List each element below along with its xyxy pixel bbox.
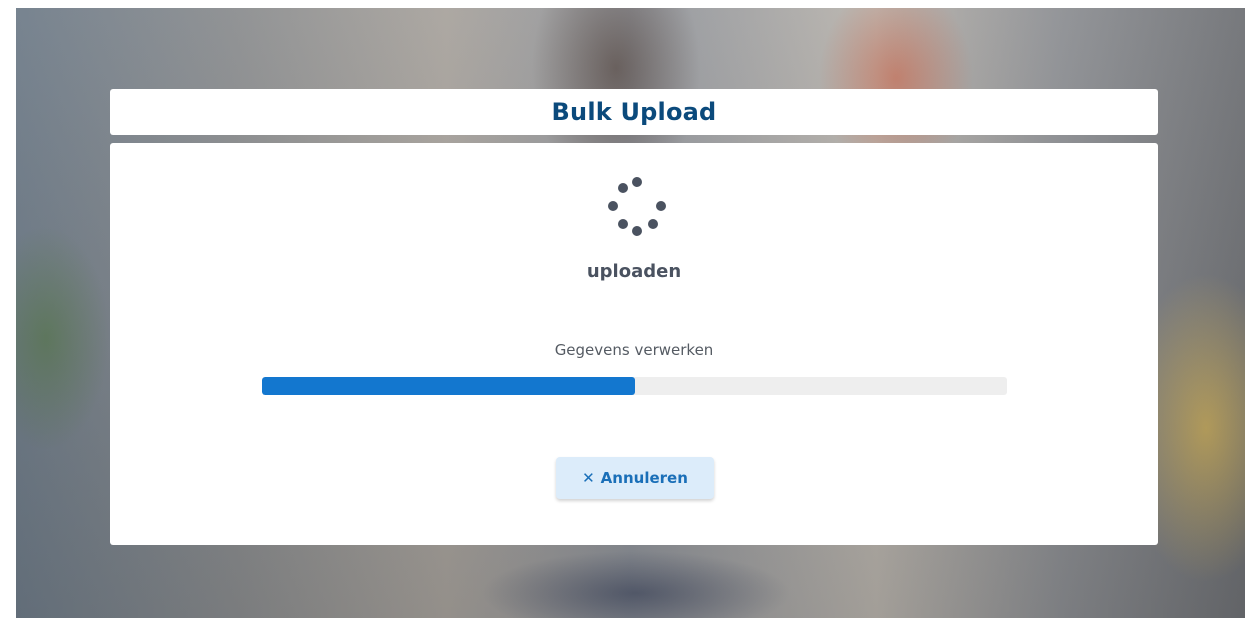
- close-icon: ✕: [582, 469, 595, 487]
- spinner-dot: [618, 183, 628, 193]
- upload-dialog: uploaden Gegevens verwerken ✕ Annuleren: [110, 143, 1158, 545]
- spinner-dot: [632, 177, 642, 187]
- cancel-button-label: Annuleren: [600, 469, 688, 487]
- progress-bar: [262, 377, 1007, 395]
- spinner-dot: [632, 226, 642, 236]
- upload-status: uploaden: [586, 261, 682, 282]
- progress-bar-fill: [262, 377, 635, 395]
- spinner-dot: [608, 201, 618, 211]
- progress-step-label: Gegevens verwerken: [554, 341, 714, 359]
- loading-spinner-icon: [598, 173, 668, 243]
- spinner-dot: [648, 219, 658, 229]
- dialog-header: Bulk Upload: [110, 89, 1158, 135]
- dialog-title: Bulk Upload: [551, 98, 717, 126]
- spinner-dot: [656, 201, 666, 211]
- spinner-dot: [618, 219, 628, 229]
- cancel-button[interactable]: ✕ Annuleren: [556, 457, 714, 499]
